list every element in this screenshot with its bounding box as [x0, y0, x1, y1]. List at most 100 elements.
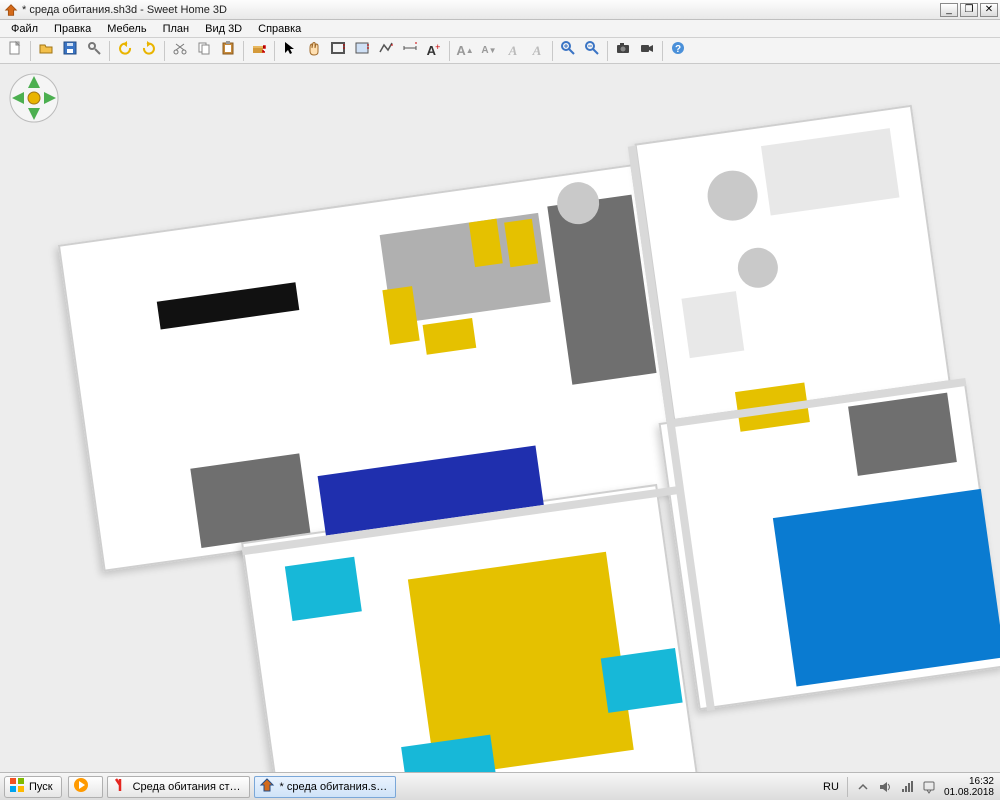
zoom-in-button[interactable]	[557, 40, 579, 62]
toolbar: A+ A▲ A▼ A A ?	[0, 38, 1000, 64]
save-button[interactable]	[59, 40, 81, 62]
video-button[interactable]	[636, 40, 658, 62]
separator	[164, 41, 165, 61]
taskbar-item-media[interactable]	[68, 776, 103, 798]
viewport-3d[interactable]	[0, 64, 1000, 772]
create-text-button[interactable]: A+	[423, 40, 445, 62]
start-button[interactable]: Пуск	[4, 776, 62, 798]
create-walls-button[interactable]	[327, 40, 349, 62]
system-tray: RU 16:32 01.08.2018	[823, 776, 1000, 798]
separator	[662, 41, 663, 61]
redo-icon	[141, 40, 157, 61]
polyline-icon	[378, 40, 394, 61]
new-button[interactable]	[4, 40, 26, 62]
minimize-icon: _	[946, 4, 952, 16]
zoom-out-button[interactable]	[581, 40, 603, 62]
separator	[109, 41, 110, 61]
hand-icon	[306, 40, 322, 61]
save-icon	[62, 40, 78, 61]
maximize-button[interactable]: ❐	[960, 3, 978, 17]
undo-icon	[117, 40, 133, 61]
navigation-compass[interactable]	[8, 72, 60, 124]
menu-edit[interactable]: Правка	[47, 22, 98, 36]
increase-text-button[interactable]: A▲	[454, 40, 476, 62]
pan-tool-button[interactable]	[303, 40, 325, 62]
create-dimension-button[interactable]	[399, 40, 421, 62]
taskbar-item-label: Среда обитания ст…	[133, 781, 241, 793]
separator	[449, 41, 450, 61]
taskbar-item-browser[interactable]: Среда обитания ст…	[107, 776, 250, 798]
separator	[552, 41, 553, 61]
menu-plan[interactable]: План	[156, 22, 197, 36]
open-button[interactable]	[35, 40, 57, 62]
language-indicator[interactable]: RU	[823, 781, 839, 793]
menu-help[interactable]: Справка	[251, 22, 308, 36]
up-icon: ▲	[466, 46, 474, 55]
menu-furniture[interactable]: Мебель	[100, 22, 153, 36]
text-increase-icon: A	[456, 44, 465, 57]
maximize-icon: ❐	[965, 4, 974, 16]
clock[interactable]: 16:32 01.08.2018	[944, 776, 994, 798]
close-icon: ✕	[985, 4, 993, 16]
tray-chevron-icon[interactable]	[856, 780, 870, 794]
taskbar-item-label: * среда обитания.s…	[280, 781, 388, 793]
nightstand	[285, 557, 362, 621]
bed-single	[773, 489, 1000, 687]
add-furniture-button[interactable]	[248, 40, 270, 62]
create-polyline-button[interactable]	[375, 40, 397, 62]
walls-icon	[330, 40, 346, 61]
clock-time: 16:32	[944, 776, 994, 787]
photo-button[interactable]	[612, 40, 634, 62]
gear-wrench-icon	[86, 40, 102, 61]
taskbar-item-sweethome[interactable]: * среда обитания.s…	[254, 776, 397, 798]
decrease-text-button[interactable]: A▼	[478, 40, 500, 62]
select-tool-button[interactable]	[279, 40, 301, 62]
cut-button[interactable]	[169, 40, 191, 62]
bold-button[interactable]: A	[502, 40, 524, 62]
separator	[607, 41, 608, 61]
text-decrease-icon: A	[481, 46, 488, 56]
separator	[30, 41, 31, 61]
redo-button[interactable]	[138, 40, 160, 62]
undo-button[interactable]	[114, 40, 136, 62]
copy-button[interactable]	[193, 40, 215, 62]
video-icon	[639, 40, 655, 61]
wardrobe	[848, 393, 957, 476]
menu-view3d[interactable]: Вид 3D	[198, 22, 249, 36]
new-icon	[7, 40, 23, 61]
separator	[274, 41, 275, 61]
scissors-icon	[172, 40, 188, 61]
scene-3d	[20, 64, 1000, 772]
action-center-icon[interactable]	[922, 780, 936, 794]
windows-logo-icon	[9, 777, 25, 796]
menu-file[interactable]: Файл	[4, 22, 45, 36]
close-button[interactable]: ✕	[980, 3, 998, 17]
zoom-in-icon	[560, 40, 576, 61]
desk	[190, 453, 310, 548]
zoom-out-icon	[584, 40, 600, 61]
window-title: * среда обитания.sh3d - Sweet Home 3D	[22, 4, 940, 16]
create-rooms-button[interactable]	[351, 40, 373, 62]
title-bar: * среда обитания.sh3d - Sweet Home 3D _ …	[0, 0, 1000, 20]
help-icon: ?	[670, 40, 686, 61]
help-button[interactable]: ?	[667, 40, 689, 62]
network-icon[interactable]	[900, 780, 914, 794]
dimension-icon	[402, 40, 418, 61]
rooms-icon	[354, 40, 370, 61]
minimize-button[interactable]: _	[940, 3, 958, 17]
paste-button[interactable]	[217, 40, 239, 62]
bed-double	[408, 552, 634, 772]
media-player-icon	[73, 777, 89, 796]
volume-icon[interactable]	[878, 780, 892, 794]
separator	[847, 777, 848, 797]
start-label: Пуск	[29, 781, 53, 793]
pointer-icon	[282, 40, 298, 61]
italic-button[interactable]: A	[526, 40, 548, 62]
preferences-button[interactable]	[83, 40, 105, 62]
dining-chair	[469, 219, 503, 267]
camera-icon	[615, 40, 631, 61]
yandex-icon	[112, 777, 128, 796]
plus-icon: +	[435, 42, 440, 52]
sweethome-icon	[259, 777, 275, 796]
menu-bar: Файл Правка Мебель План Вид 3D Справка	[0, 20, 1000, 38]
